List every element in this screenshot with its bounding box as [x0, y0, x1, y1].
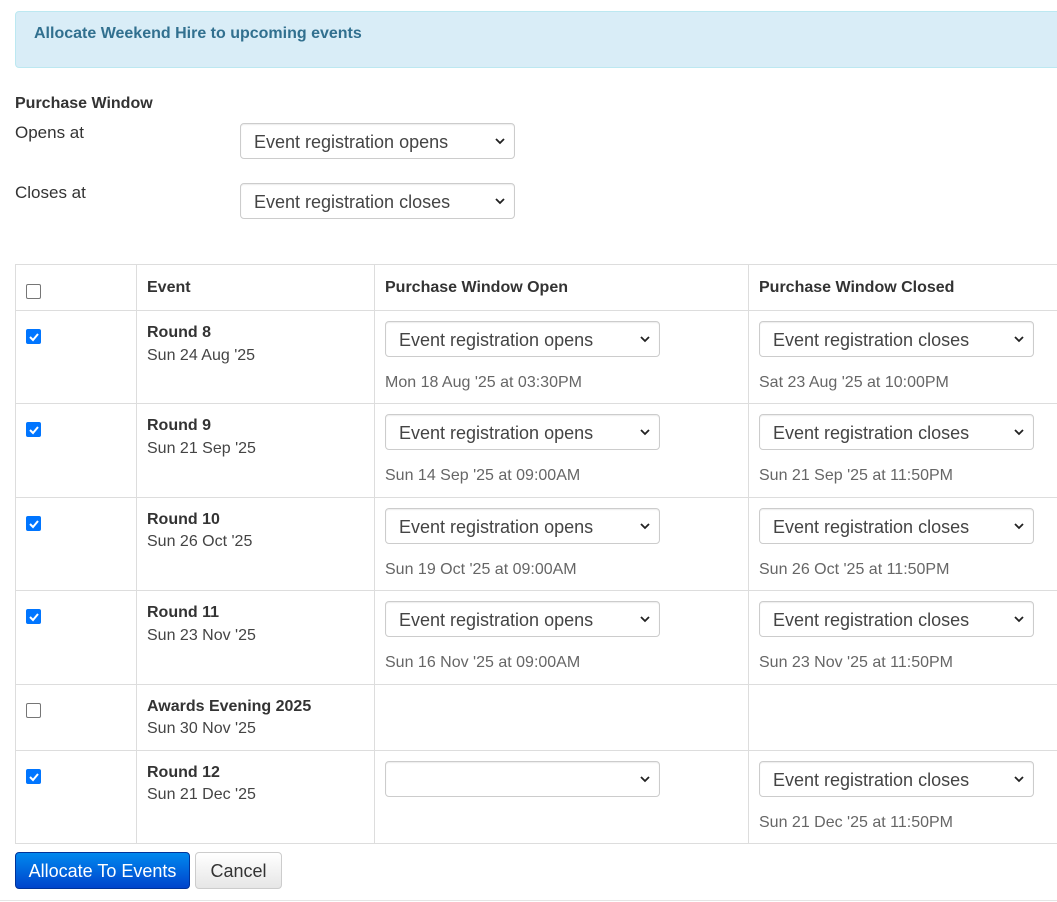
row-checkbox[interactable]	[26, 329, 41, 344]
open-select[interactable]: Event registration opens	[385, 601, 660, 637]
chevron-down-icon	[640, 429, 650, 436]
event-name: Round 9	[147, 417, 211, 434]
column-divider	[748, 265, 749, 843]
chevron-down-icon	[640, 616, 650, 623]
chevron-down-icon	[640, 776, 650, 783]
info-alert: Allocate Weekend Hire to upcoming events	[15, 11, 1057, 68]
close-time: Sun 21 Dec '25 at 11:50PM	[759, 814, 953, 831]
close-time: Sun 21 Sep '25 at 11:50PM	[759, 467, 954, 484]
check-icon	[29, 613, 39, 622]
event-name: Round 12	[147, 764, 220, 781]
row-checkbox[interactable]	[26, 703, 41, 718]
close-select[interactable]: Event registration closes	[759, 761, 1034, 797]
opens-at-label: Opens at	[15, 123, 84, 142]
open-time: Sun 19 Oct '25 at 09:00AM	[385, 561, 577, 578]
open-select[interactable]: Event registration opens	[385, 508, 660, 544]
event-name: Round 8	[147, 324, 211, 341]
check-icon	[29, 426, 39, 435]
chevron-down-icon	[1014, 616, 1024, 623]
event-date: Sun 26 Oct '25	[147, 533, 253, 550]
header-purchase-window-open: Purchase Window Open	[385, 279, 568, 296]
page-divider	[0, 900, 1057, 901]
column-divider	[136, 265, 137, 843]
open-select-value: Event registration opens	[399, 610, 594, 630]
row-divider	[16, 750, 1057, 751]
close-select-value: Event registration closes	[773, 517, 970, 537]
cancel-button[interactable]: Cancel	[195, 852, 282, 889]
chevron-down-icon	[640, 523, 650, 530]
row-checkbox[interactable]	[26, 609, 41, 624]
open-time: Mon 18 Aug '25 at 03:30PM	[385, 374, 582, 391]
row-divider	[16, 310, 1057, 311]
open-select-value: Event registration opens	[399, 330, 594, 350]
row-divider	[16, 403, 1057, 404]
close-time: Sun 23 Nov '25 at 11:50PM	[759, 654, 953, 671]
check-icon	[29, 773, 39, 782]
allocate-to-events-button[interactable]: Allocate To Events	[15, 852, 190, 889]
column-divider	[374, 265, 375, 843]
row-divider	[16, 497, 1057, 498]
event-name: Round 11	[147, 604, 220, 621]
chevron-down-icon	[1014, 523, 1024, 530]
header-event: Event	[147, 279, 191, 296]
event-date: Sun 21 Sep '25	[147, 440, 256, 457]
check-icon	[29, 520, 39, 529]
open-select-value: Event registration opens	[399, 517, 594, 537]
closes-at-select[interactable]: Event registration closes	[240, 183, 515, 219]
event-name: Awards Evening 2025	[147, 698, 312, 715]
close-select[interactable]: Event registration closes	[759, 414, 1034, 450]
close-select[interactable]: Event registration closes	[759, 601, 1034, 637]
close-select-value: Event registration closes	[773, 330, 970, 350]
purchase-window-title: Purchase Window	[15, 95, 153, 112]
row-checkbox[interactable]	[26, 769, 41, 784]
close-select[interactable]: Event registration closes	[759, 508, 1034, 544]
event-name: Round 10	[147, 511, 220, 528]
open-select-value: Event registration opens	[399, 423, 594, 443]
chevron-down-icon	[1014, 429, 1024, 436]
chevron-down-icon	[640, 336, 650, 343]
chevron-down-icon	[1014, 776, 1024, 783]
row-checkbox[interactable]	[26, 516, 41, 531]
close-select-value: Event registration closes	[773, 423, 970, 443]
events-table: Event Purchase Window Open Purchase Wind…	[15, 264, 1057, 844]
close-time: Sat 23 Aug '25 at 10:00PM	[759, 374, 949, 391]
chevron-down-icon	[495, 138, 505, 145]
close-select-value: Event registration closes	[773, 770, 970, 790]
close-time: Sun 26 Oct '25 at 11:50PM	[759, 561, 950, 578]
chevron-down-icon	[495, 198, 505, 205]
open-time: Sun 14 Sep '25 at 09:00AM	[385, 467, 581, 484]
close-select-value: Event registration closes	[773, 610, 970, 630]
closes-at-label: Closes at	[15, 183, 86, 202]
event-date: Sun 23 Nov '25	[147, 627, 256, 644]
check-icon	[29, 333, 39, 342]
open-select[interactable]	[385, 761, 660, 797]
open-time: Sun 16 Nov '25 at 09:00AM	[385, 654, 581, 671]
open-select[interactable]: Event registration opens	[385, 321, 660, 357]
chevron-down-icon	[1014, 336, 1024, 343]
header-purchase-window-closed: Purchase Window Closed	[759, 279, 955, 296]
opens-at-select[interactable]: Event registration opens	[240, 123, 515, 159]
close-select[interactable]: Event registration closes	[759, 321, 1034, 357]
row-checkbox[interactable]	[26, 422, 41, 437]
event-date: Sun 21 Dec '25	[147, 786, 256, 803]
event-date: Sun 30 Nov '25	[147, 720, 256, 737]
opens-at-select-value: Event registration opens	[254, 132, 449, 152]
allocate-page: Allocate Weekend Hire to upcoming events…	[0, 0, 1057, 902]
closes-at-select-value: Event registration closes	[254, 192, 451, 212]
alert-text: Allocate Weekend Hire to upcoming events	[34, 25, 362, 42]
event-date: Sun 24 Aug '25	[147, 347, 256, 364]
select-all-checkbox[interactable]	[26, 284, 41, 299]
open-select[interactable]: Event registration opens	[385, 414, 660, 450]
row-divider	[16, 684, 1057, 685]
row-divider	[16, 590, 1057, 591]
